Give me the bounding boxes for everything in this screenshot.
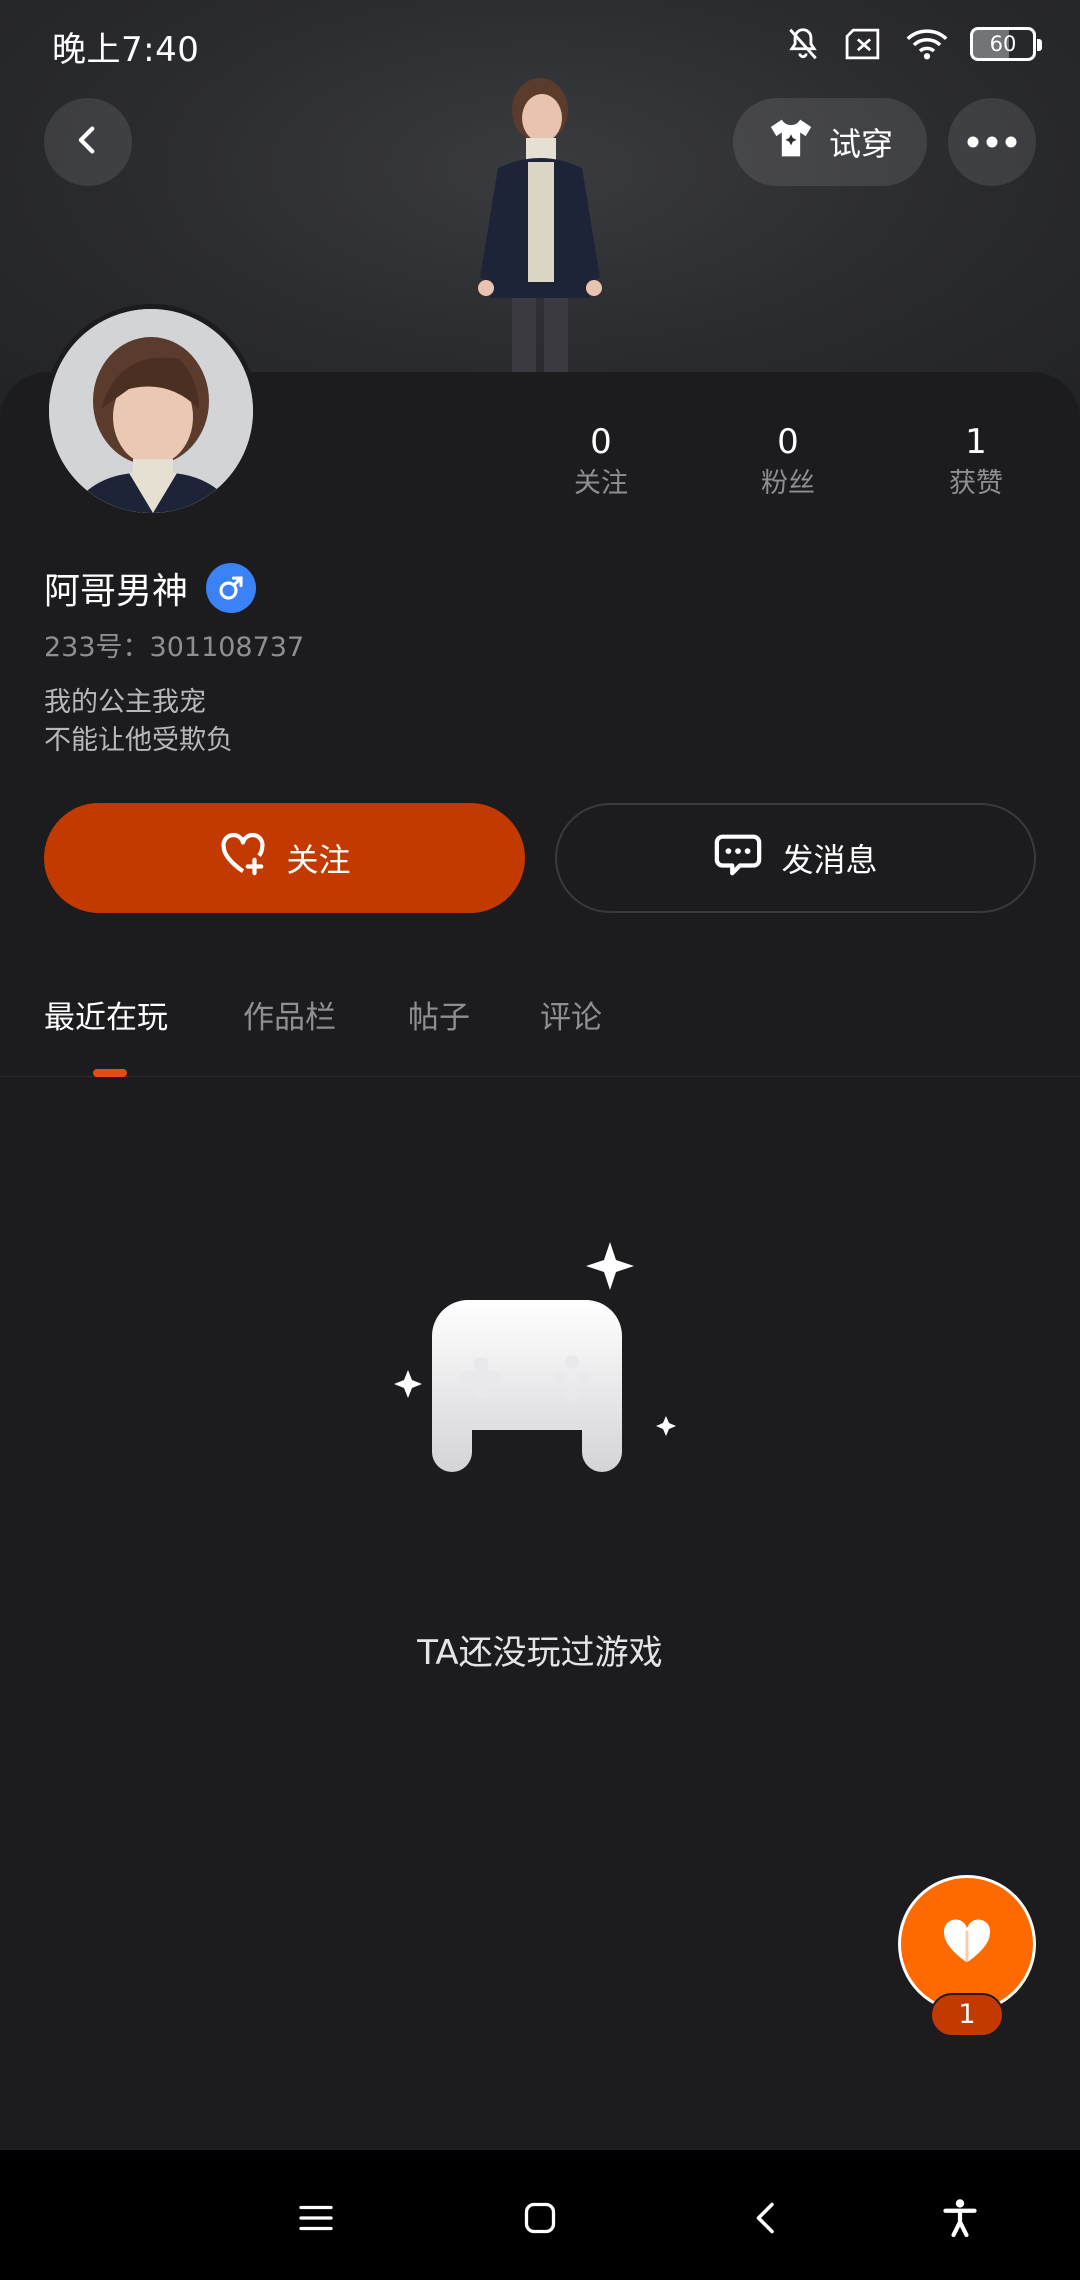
empty-state-text: TA还没玩过游戏 [417, 1633, 663, 1673]
chat-bubble-icon [713, 830, 763, 886]
follow-button[interactable]: 关注 [44, 803, 525, 913]
message-label: 发消息 [781, 841, 878, 879]
tab-recent-play[interactable]: 最近在玩 [44, 995, 168, 1041]
tab-posts[interactable]: 帖子 [408, 995, 470, 1041]
male-gender-icon [206, 563, 257, 613]
stat-likes[interactable]: 1 获赞 [896, 420, 1056, 504]
status-time: 晚上7:40 [52, 30, 200, 70]
bio-line-2: 不能让他受欺负 [44, 725, 233, 756]
status-icons: 60 [784, 22, 1042, 66]
accessibility-icon[interactable] [932, 2190, 988, 2246]
tab-indicator [93, 1069, 127, 1077]
menu-icon[interactable] [288, 2190, 344, 2246]
tab-comments[interactable]: 评论 [540, 995, 602, 1041]
stat-following-label: 关注 [574, 468, 628, 499]
more-button[interactable] [948, 98, 1036, 186]
shirt-sparkle-icon [767, 116, 815, 168]
system-nav-bar [0, 2150, 1080, 2280]
try-on-button[interactable]: 试穿 [733, 98, 927, 186]
bio-line-1: 我的公主我宠 [44, 687, 206, 718]
user-id: 233号：301108737 [44, 632, 305, 663]
wifi-icon [906, 26, 948, 62]
stat-followers-label: 粉丝 [761, 468, 815, 499]
user-bio: 我的公主我宠 不能让他受欺负 [44, 684, 233, 760]
tab-works[interactable]: 作品栏 [243, 995, 336, 1041]
avatar-3d-figure[interactable] [450, 78, 630, 378]
more-icon [967, 133, 1017, 152]
back-chevron-icon[interactable] [738, 2190, 794, 2246]
heart-icon [939, 1917, 995, 1971]
stat-likes-value: 1 [965, 422, 987, 462]
stat-following[interactable]: 0 关注 [521, 420, 681, 504]
name-row: 阿哥男神 [44, 560, 257, 616]
follow-label: 关注 [286, 841, 351, 879]
profile-stats: 0 关注 0 粉丝 1 获赞 [0, 420, 1080, 520]
stat-followers-value: 0 [777, 422, 799, 462]
heart-plus-icon [218, 831, 268, 885]
user-name: 阿哥男神 [44, 571, 189, 612]
profile-tabs: 最近在玩 作品栏 帖子 评论 [0, 985, 1080, 1077]
like-count-badge: 1 [930, 1993, 1004, 2037]
gamepad-icon [390, 1230, 690, 1480]
try-on-label: 试穿 [828, 125, 893, 163]
status-bar: 晚上7:40 60 [0, 0, 1080, 90]
back-button[interactable] [44, 98, 132, 186]
back-icon [71, 123, 105, 161]
stat-likes-label: 获赞 [949, 468, 1003, 499]
home-square-icon[interactable] [512, 2190, 568, 2246]
battery-icon: 60 [970, 27, 1042, 61]
sim-x-icon [844, 27, 884, 61]
bell-off-icon [784, 25, 822, 63]
stat-following-value: 0 [590, 422, 612, 462]
message-button[interactable]: 发消息 [555, 803, 1036, 913]
stat-followers[interactable]: 0 粉丝 [708, 420, 868, 504]
profile-screen: 晚上7:40 60 试穿 0 关注 0 粉丝 1 获赞 阿哥男神 233号：30… [0, 0, 1080, 2280]
